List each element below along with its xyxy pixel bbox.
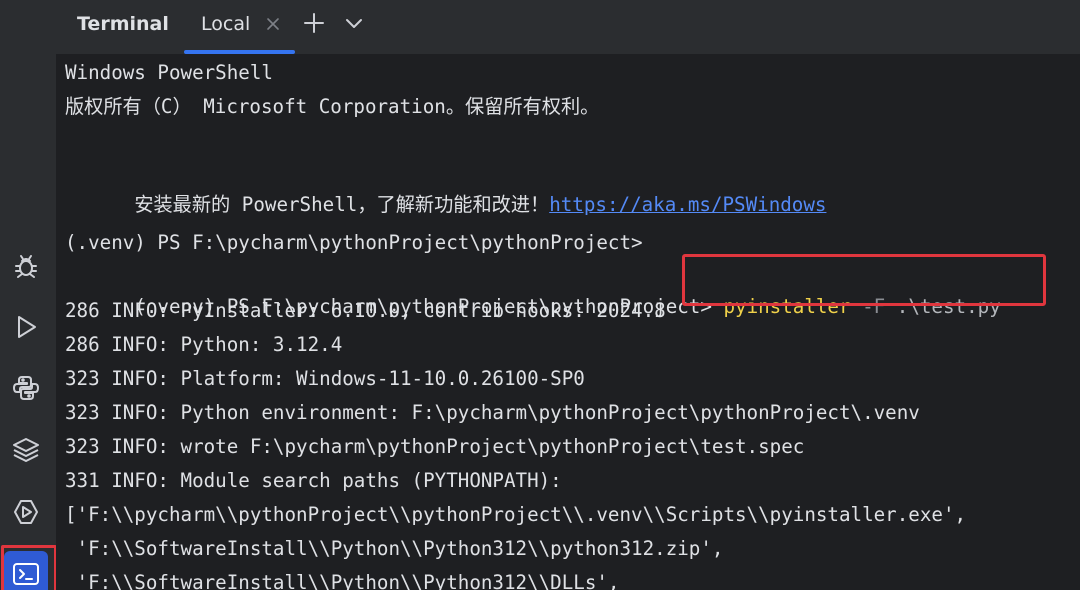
command-name: pyinstaller xyxy=(723,295,851,318)
output-line: 323 INFO: Python environment: F:\pycharm… xyxy=(65,401,920,424)
bug-icon xyxy=(11,251,41,281)
python-console-button[interactable] xyxy=(6,368,46,408)
output-line: 323 INFO: Platform: Windows-11-10.0.2610… xyxy=(65,367,585,390)
output-line: 'F:\\SoftwareInstall\\Python\\Python312\… xyxy=(65,571,620,590)
install-line: 安装最新的 PowerShell，了解新功能和改进！https://aka.ms… xyxy=(65,160,826,216)
tool-window-strip xyxy=(0,0,57,590)
output-line: Windows PowerShell xyxy=(65,61,273,84)
tab-local[interactable]: Local xyxy=(184,0,295,54)
tool-window-title: Terminal xyxy=(77,13,169,35)
output-line: 331 INFO: Module search paths (PYTHONPAT… xyxy=(65,469,562,492)
close-icon[interactable] xyxy=(264,15,282,33)
debug-button[interactable] xyxy=(6,246,46,286)
command-flag: -F xyxy=(862,295,886,318)
output-line: 286 INFO: PyInstaller: 6.10.0, contrib h… xyxy=(65,299,666,322)
layers-button[interactable] xyxy=(6,430,46,470)
terminal-header: Terminal Local xyxy=(56,0,1080,54)
services-button[interactable] xyxy=(6,492,46,532)
output-line: 286 INFO: Python: 3.12.4 xyxy=(65,333,343,356)
new-tab-button[interactable] xyxy=(301,12,327,38)
terminal-output[interactable]: Windows PowerShell 版权所有（C） Microsoft Cor… xyxy=(56,54,1080,590)
terminal-icon xyxy=(11,559,41,589)
pycharm-terminal-window: Terminal Local Windows PowerShell 版权所有（C… xyxy=(0,0,1080,590)
chevron-down-icon xyxy=(343,12,365,39)
output-line: 'F:\\SoftwareInstall\\Python\\Python312\… xyxy=(65,537,724,560)
run-button[interactable] xyxy=(6,307,46,347)
tabs-dropdown-button[interactable] xyxy=(341,12,367,38)
install-text: 安装最新的 PowerShell，了解新功能和改进！ xyxy=(134,193,550,216)
command-line: (.venv) PS F:\pycharm\pythonProject\pyth… xyxy=(65,262,1000,318)
terminal-tool-button[interactable] xyxy=(4,551,48,590)
output-line: ['F:\\pycharm\\pythonProject\\pythonProj… xyxy=(65,503,967,526)
powershell-link[interactable]: https://aka.ms/PSWindows xyxy=(549,193,826,216)
tab-label: Local xyxy=(201,13,251,35)
prompt-line: (.venv) PS F:\pycharm\pythonProject\pyth… xyxy=(65,231,643,254)
command-argument: .\test.py xyxy=(896,295,1001,318)
services-icon xyxy=(11,497,41,527)
output-line: 323 INFO: wrote F:\pycharm\pythonProject… xyxy=(65,435,805,458)
output-line: 版权所有（C） Microsoft Corporation。保留所有权利。 xyxy=(65,95,600,118)
layers-icon xyxy=(11,435,41,465)
python-icon xyxy=(11,373,41,403)
plus-icon xyxy=(302,11,326,40)
play-icon xyxy=(11,312,41,342)
